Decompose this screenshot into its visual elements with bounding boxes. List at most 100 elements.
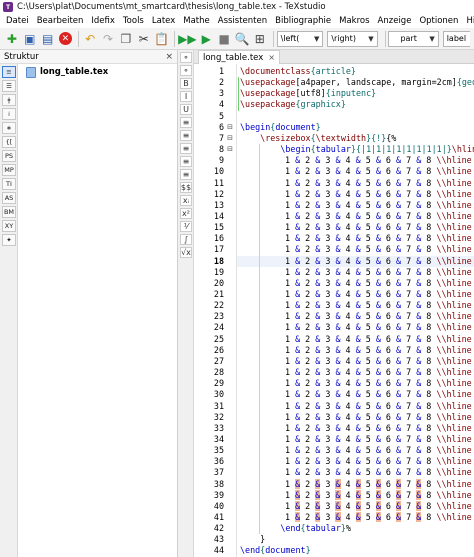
tree-item-file[interactable]: long_table.tex — [26, 66, 108, 78]
new-file-icon[interactable]: ✚ — [4, 30, 20, 48]
code-line[interactable]: } — [240, 534, 265, 545]
save-icon[interactable]: ▣ — [22, 30, 38, 48]
menu-item-datei[interactable]: Datei — [2, 16, 33, 26]
format-button-15[interactable]: √x — [180, 247, 192, 258]
code-line[interactable]: 1 & 2 & 3 & 4 & 5 & 6 & 7 & 8 \\hline — [285, 322, 472, 333]
paste-icon[interactable]: 📋 — [154, 30, 170, 48]
code-line[interactable]: 1 & 2 & 3 & 4 & 5 & 6 & 7 & 8 \\hline — [285, 178, 472, 189]
menu-item-anzeige[interactable]: Anzeige — [374, 16, 416, 26]
code-line[interactable]: 1 & 2 & 3 & 4 & 5 & 6 & 7 & 8 \\hline — [285, 412, 472, 423]
code-line[interactable]: 1 & 2 & 3 & 4 & 5 & 6 & 7 & 8 \\hline — [285, 356, 472, 367]
left-delimiter-combo[interactable]: \left( ▼ — [276, 30, 324, 47]
format-button-12[interactable]: x² — [180, 208, 192, 219]
code-line[interactable]: 1 & 2 & 3 & 4 & 5 & 6 & 7 & 8 \\hline — [285, 389, 472, 400]
format-button-13[interactable]: ⅟ — [180, 221, 192, 232]
format-button-5[interactable]: ≡ — [180, 117, 192, 128]
code-line[interactable]: 1 & 2 & 3 & 4 & 5 & 6 & 7 & 8 \\hline — [285, 166, 472, 177]
fold-toggle-icon[interactable]: ⊟ — [226, 133, 234, 144]
fold-toggle-icon[interactable]: ⊟ — [226, 122, 234, 133]
code-line[interactable]: 1 & 2 & 3 & 4 & 5 & 6 & 7 & 8 \\hline — [285, 278, 472, 289]
code-line[interactable]: 1 & 2 & 3 & 4 & 5 & 6 & 7 & 8 \\hline — [285, 489, 472, 501]
side-tab-9[interactable]: AS — [2, 192, 16, 204]
code-line[interactable]: 1 & 2 & 3 & 4 & 5 & 6 & 7 & 8 \\hline — [285, 334, 472, 345]
code-line[interactable]: 1 & 2 & 3 & 4 & 5 & 6 & 7 & 8 \\hline — [285, 378, 472, 389]
undo-icon[interactable]: ↶ — [82, 30, 98, 48]
code-line[interactable]: 1 & 2 & 3 & 4 & 5 & 6 & 7 & 8 \\hline — [285, 267, 472, 278]
close-icon[interactable]: × — [268, 53, 275, 62]
compile-icon[interactable]: ▶ — [198, 30, 214, 48]
menu-item-assistenten[interactable]: Assistenten — [214, 16, 271, 26]
format-button-10[interactable]: $$ — [180, 182, 192, 193]
format-button-7[interactable]: ≡ — [180, 143, 192, 154]
side-tab-4[interactable]: ∗ — [2, 122, 16, 134]
code-line[interactable]: 1 & 2 & 3 & 4 & 5 & 6 & 7 & 8 \\hline — [285, 434, 472, 445]
right-delimiter-combo[interactable]: \right) ▼ — [327, 30, 378, 47]
format-button-14[interactable]: ∫ — [180, 234, 192, 245]
side-tab-12[interactable]: ✦ — [2, 234, 16, 246]
format-button-8[interactable]: ≡ — [180, 156, 192, 167]
format-button-3[interactable]: I — [180, 91, 192, 102]
code-line[interactable]: 1 & 2 & 3 & 4 & 5 & 6 & 7 & 8 \\hline — [285, 311, 472, 322]
code-line[interactable]: 1 & 2 & 3 & 4 & 5 & 6 & 7 & 8 \\hline — [285, 345, 472, 356]
format-button-11[interactable]: xᵢ — [180, 195, 192, 206]
format-button-1[interactable]: ⚬ — [180, 65, 192, 76]
format-button-4[interactable]: U — [180, 104, 192, 115]
code-editor[interactable]: 1 2 3 4 5 6 ⊟ 7 ⊟ 8 ⊟ 9 10 11 12 13 14 15 16 17 18 19 20 21 22 23… — [194, 64, 474, 557]
cut-icon[interactable]: ✂ — [136, 30, 152, 48]
side-tab-3[interactable]: ⁞ — [2, 108, 16, 120]
code-line[interactable]: \usepackage[utf8]{inputenc} — [240, 88, 376, 99]
code-line[interactable]: 1 & 2 & 3 & 4 & 5 & 6 & 7 & 8 \\hline — [285, 500, 472, 512]
code-line[interactable]: 1 & 2 & 3 & 4 & 5 & 6 & 7 & 8 \\hline — [285, 222, 472, 233]
redo-icon[interactable]: ↷ — [100, 30, 116, 48]
code-line[interactable]: 1 & 2 & 3 & 4 & 5 & 6 & 7 & 8 \\hline — [285, 478, 472, 490]
menu-item-makros[interactable]: Makros — [335, 16, 373, 26]
close-icon[interactable]: × — [165, 52, 173, 62]
find-icon[interactable]: ⊞ — [252, 30, 268, 48]
side-tab-5[interactable]: {[ — [2, 136, 16, 148]
format-button-9[interactable]: ≡ — [180, 169, 192, 180]
copy-icon[interactable]: ❐ — [118, 30, 134, 48]
code-line[interactable]: 1 & 2 & 3 & 4 & 5 & 6 & 7 & 8 \\hline — [285, 211, 472, 222]
menu-item-bearbeiten[interactable]: Bearbeiten — [33, 16, 88, 26]
side-tab-11[interactable]: XY — [2, 220, 16, 232]
code-line[interactable]: 1 & 2 & 3 & 4 & 5 & 6 & 7 & 8 \\hline — [285, 189, 472, 200]
side-tab-1[interactable]: ☰ — [2, 80, 16, 92]
tab-long-table[interactable]: long_table.tex × — [198, 50, 280, 64]
code-line[interactable]: 1 & 2 & 3 & 4 & 5 & 6 & 7 & 8 \\hline — [285, 244, 472, 255]
menu-item-tools[interactable]: Tools — [119, 16, 148, 26]
code-line[interactable]: \resizebox{\textwidth}{!}{% — [240, 133, 396, 144]
code-line[interactable]: 1 & 2 & 3 & 4 & 5 & 6 & 7 & 8 \\hline — [285, 256, 472, 267]
fold-toggle-icon[interactable]: ⊟ — [226, 144, 234, 155]
label-combo[interactable]: label — [442, 30, 470, 47]
menu-item-hilfe[interactable]: Hilfe — [462, 16, 474, 26]
code-line[interactable]: \usepackage[a4paper, landscape, margin=2… — [240, 77, 474, 88]
code-line[interactable]: \end{document} — [240, 545, 311, 556]
code-line[interactable]: \begin{tabular}{|1|1|1|1|1|1|1|1|}\hline — [240, 144, 474, 155]
code-line[interactable]: 1 & 2 & 3 & 4 & 5 & 6 & 7 & 8 \\hline — [285, 300, 472, 311]
code-line[interactable]: 1 & 2 & 3 & 4 & 5 & 6 & 7 & 8 \\hline — [285, 233, 472, 244]
side-tab-6[interactable]: PS — [2, 150, 16, 162]
format-button-6[interactable]: ≡ — [180, 130, 192, 141]
code-line[interactable]: \end{tabular}% — [240, 523, 351, 534]
side-tab-8[interactable]: TI — [2, 178, 16, 190]
menu-item-mathe[interactable]: Mathe — [179, 16, 214, 26]
build-view-icon[interactable]: ▶▶ — [178, 30, 196, 48]
code-line[interactable]: 1 & 2 & 3 & 4 & 5 & 6 & 7 & 8 \\hline — [285, 200, 472, 211]
side-tab-10[interactable]: BM — [2, 206, 16, 218]
code-line[interactable]: 1 & 2 & 3 & 4 & 5 & 6 & 7 & 8 \\hline — [285, 401, 472, 412]
section-combo[interactable]: part ▼ — [388, 30, 439, 47]
save-all-icon[interactable]: ▤ — [40, 30, 56, 48]
code-area[interactable]: \documentclass{article} \usepackage[a4pap… — [236, 64, 474, 557]
code-line[interactable]: 1 & 2 & 3 & 4 & 5 & 6 & 7 & 8 \\hline — [285, 289, 472, 300]
side-tab-2[interactable]: ǂ — [2, 94, 16, 106]
code-line[interactable]: \begin{document} — [240, 122, 321, 133]
code-line[interactable]: 1 & 2 & 3 & 4 & 5 & 6 & 7 & 8 \\hline — [285, 512, 472, 523]
code-line[interactable]: 1 & 2 & 3 & 4 & 5 & 6 & 7 & 8 \\hline — [285, 467, 472, 478]
side-tab-0[interactable]: ≡ — [2, 66, 16, 78]
code-line[interactable]: 1 & 2 & 3 & 4 & 5 & 6 & 7 & 8 \\hline — [285, 456, 472, 467]
menu-item-latex[interactable]: Latex — [148, 16, 179, 26]
code-line[interactable]: 1 & 2 & 3 & 4 & 5 & 6 & 7 & 8 \\hline — [285, 155, 472, 166]
code-line[interactable]: 1 & 2 & 3 & 4 & 5 & 6 & 7 & 8 \\hline — [285, 367, 472, 378]
side-tab-7[interactable]: MP — [2, 164, 16, 176]
code-line[interactable]: 1 & 2 & 3 & 4 & 5 & 6 & 7 & 8 \\hline — [285, 423, 472, 434]
